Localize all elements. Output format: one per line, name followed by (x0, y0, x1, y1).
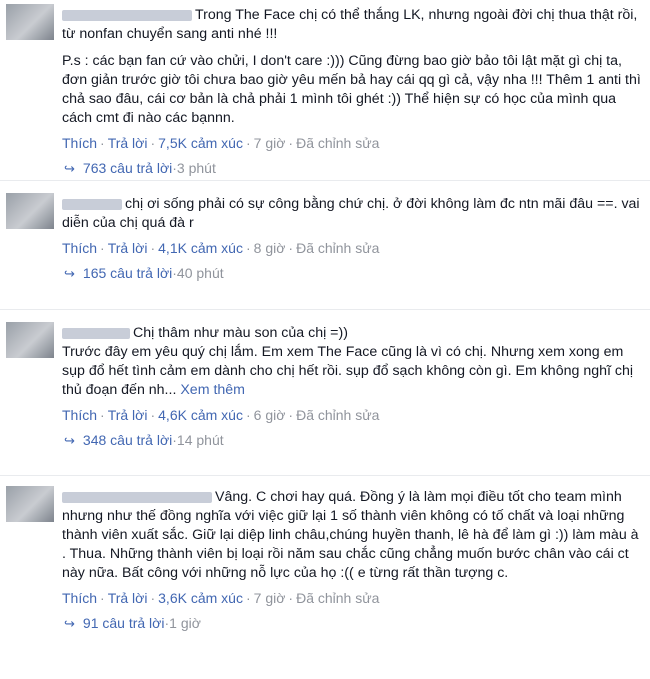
comment-text-truncated: Trước đây em yêu quý chị lắm. Em xem The… (62, 344, 634, 398)
avatar[interactable] (6, 486, 54, 522)
timestamp[interactable]: 7 giờ (254, 135, 286, 151)
timestamp[interactable]: 7 giờ (254, 590, 286, 606)
comment: chị ơi sống phải có sự công bằng chứ chị… (0, 181, 650, 310)
reactions-count[interactable]: 4,6K cảm xúc (158, 407, 243, 423)
comment-body: Chị thâm như màu son của chị =)) Trước đ… (62, 310, 642, 400)
reply-count[interactable]: 165 câu trả lời (83, 265, 172, 281)
comment-body: chị ơi sống phải có sự công bằng chứ chị… (62, 181, 642, 233)
reply-time: 40 phút (176, 265, 224, 281)
avatar[interactable] (6, 193, 54, 229)
reply-button[interactable]: Trả lời (108, 590, 148, 606)
like-button[interactable]: Thích (62, 407, 97, 423)
comment-text: chị ơi sống phải có sự công bằng chứ chị… (62, 196, 640, 231)
author-name[interactable] (62, 491, 212, 503)
view-replies[interactable]: ↪ 763 câu trả lời·3 phút (62, 154, 642, 182)
reply-time: 1 giờ (169, 615, 201, 631)
comment: Vâng. C chơi hay quá. Đồng ý là làm mọi … (0, 476, 650, 676)
comment: Trong The Face chị có thể thắng LK, nhưn… (0, 0, 650, 181)
comment-body: Vâng. C chơi hay quá. Đồng ý là làm mọi … (62, 476, 642, 583)
reply-button[interactable]: Trả lời (108, 240, 148, 256)
comment: Chị thâm như màu son của chị =)) Trước đ… (0, 310, 650, 476)
comment-actions: Thích · Trả lời · 4,1K cảm xúc · 8 giờ · Đã chỉn… (62, 240, 380, 256)
avatar[interactable] (6, 4, 54, 40)
see-more-link[interactable]: Xem thêm (180, 382, 245, 398)
comment-text-continued: Trước đây em yêu quý chị lắm. Em xem The… (62, 343, 642, 400)
comment-text-continued: P.s : các bạn fan cứ vào chửi, I don't c… (62, 53, 641, 126)
comment-actions: Thích · Trả lời · 3,6K cảm xúc · 7 giờ · Đã chỉn… (62, 590, 380, 606)
timestamp[interactable]: 6 giờ (254, 407, 286, 423)
author-name[interactable] (62, 9, 192, 21)
reply-arrow-icon: ↪ (64, 616, 75, 631)
reactions-count[interactable]: 4,1K cảm xúc (158, 240, 243, 256)
edited-label[interactable]: Đã chỉnh sửa (296, 407, 379, 423)
reply-button[interactable]: Trả lời (108, 135, 148, 151)
author-name[interactable] (62, 327, 130, 339)
edited-label[interactable]: Đã chỉnh sửa (296, 135, 379, 151)
reply-arrow-icon: ↪ (64, 266, 75, 281)
reply-arrow-icon: ↪ (64, 433, 75, 448)
timestamp[interactable]: 8 giờ (254, 240, 286, 256)
view-replies[interactable]: ↪ 348 câu trả lời·14 phút (62, 426, 642, 454)
reply-count[interactable]: 763 câu trả lời (83, 160, 172, 176)
comment-actions: Thích · Trả lời · 4,6K cảm xúc · 6 giờ · Đã chỉn… (62, 407, 380, 423)
comment-text: Vâng. C chơi hay quá. Đồng ý là làm mọi … (62, 489, 639, 581)
like-button[interactable]: Thích (62, 240, 97, 256)
reactions-count[interactable]: 7,5K cảm xúc (158, 135, 243, 151)
view-replies[interactable]: ↪ 165 câu trả lời·40 phút (62, 259, 642, 287)
view-replies[interactable]: ↪ 91 câu trả lời·1 giờ (62, 609, 642, 637)
edited-label[interactable]: Đã chỉnh sửa (296, 240, 379, 256)
reply-time: 14 phút (176, 432, 224, 448)
reply-count[interactable]: 91 câu trả lời (83, 615, 165, 631)
avatar[interactable] (6, 322, 54, 358)
reply-button[interactable]: Trả lời (108, 407, 148, 423)
reply-count[interactable]: 348 câu trả lời (83, 432, 172, 448)
reply-arrow-icon: ↪ (64, 161, 75, 176)
comment-actions: Thích · Trả lời · 7,5K cảm xúc · 7 giờ · Đã chỉn… (62, 135, 380, 151)
comment-text: Chị thâm như màu son của chị =)) (133, 325, 348, 341)
author-name[interactable] (62, 198, 122, 210)
comment-body: Trong The Face chị có thể thắng LK, nhưn… (62, 0, 642, 128)
like-button[interactable]: Thích (62, 135, 97, 151)
reply-time: 3 phút (176, 160, 216, 176)
reactions-count[interactable]: 3,6K cảm xúc (158, 590, 243, 606)
like-button[interactable]: Thích (62, 590, 97, 606)
edited-label[interactable]: Đã chỉnh sửa (296, 590, 379, 606)
